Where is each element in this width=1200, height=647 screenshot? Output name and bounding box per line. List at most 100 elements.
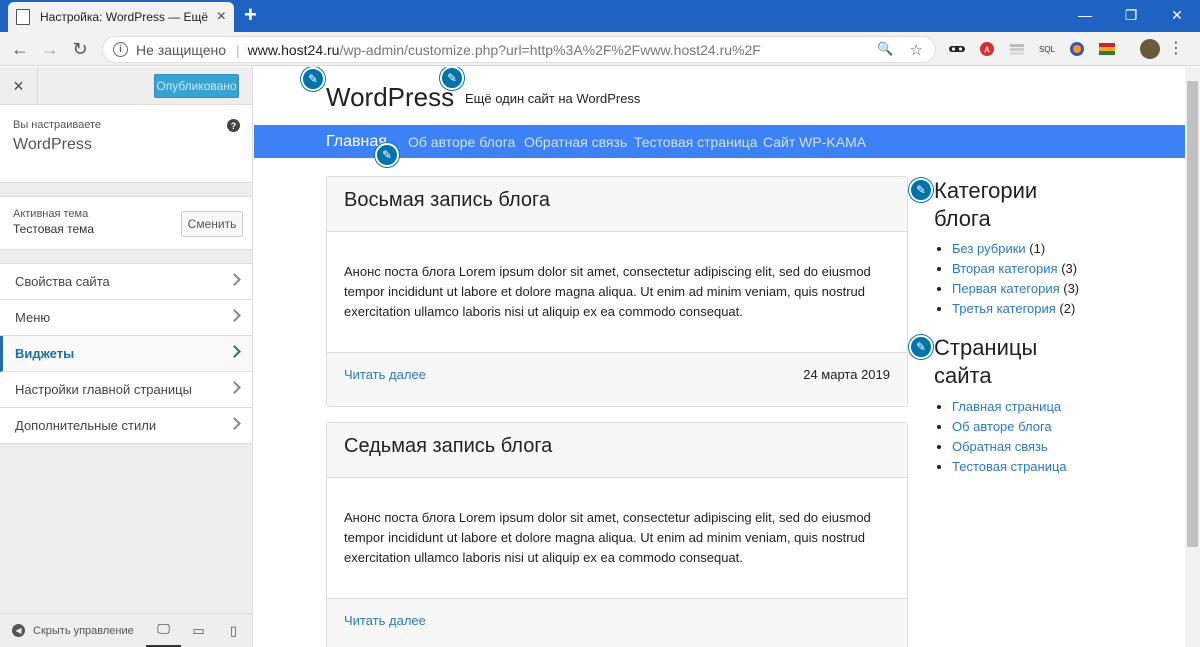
category-count: (3) [1063, 281, 1080, 296]
active-theme-panel: Активная тема Тестовая тема Сменить [0, 196, 252, 250]
post-title[interactable]: Седьмая запись блога [327, 423, 907, 478]
categories-widget-title: Категории блога [934, 177, 1037, 233]
post-footer: Читать далее 24 марта 2019 [327, 352, 907, 406]
category-link[interactable]: Без рубрики [952, 241, 1026, 256]
preview-scrollbar[interactable] [1185, 67, 1200, 647]
reload-icon[interactable]: ↻ [69, 38, 91, 60]
edit-title-pencil-icon[interactable]: ✎ [301, 67, 325, 91]
url-path: /wp-admin/customize.php?url=http%3A%2F%2… [339, 41, 761, 58]
section-additional-css[interactable]: Дополнительные стили [0, 408, 252, 444]
site-description: Ещё один сайт на WordPress [465, 91, 641, 106]
post-excerpt: Анонс поста блога Lorem ipsum dolor sit … [344, 510, 871, 565]
flag-icon[interactable] [1098, 40, 1116, 58]
collapse-icon: ◀ [12, 624, 25, 637]
post-title[interactable]: Восьмая запись блога [327, 177, 907, 232]
url-separator: | [236, 41, 240, 58]
change-theme-button[interactable]: Сменить [181, 211, 243, 237]
sidebar-footer: ◀ Скрыть управление 🖵 ▭ ▯ [0, 613, 252, 647]
category-link[interactable]: Вторая категория [952, 261, 1058, 276]
browser-titlebar: Настройка: WordPress — Ещё о × + — ❐ ✕ [0, 0, 1200, 32]
post-card: Восьмая запись блога Анонс поста блога L… [326, 176, 908, 407]
chevron-right-icon [228, 345, 241, 358]
zoom-icon[interactable]: 🔍 [877, 41, 893, 59]
read-more-link[interactable]: Читать далее [344, 367, 426, 382]
post-excerpt: Анонс поста блога Lorem ipsum dolor sit … [344, 264, 871, 319]
edit-pages-widget-pencil-icon[interactable]: ✎ [909, 335, 933, 359]
close-customizer-icon[interactable]: × [0, 67, 38, 105]
section-widgets[interactable]: Виджеты [0, 336, 252, 372]
page-link[interactable]: Обратная связь [952, 439, 1048, 454]
bookmark-star-icon[interactable]: ☆ [910, 41, 923, 59]
chevron-right-icon [228, 273, 241, 286]
adblock-icon[interactable]: A [978, 40, 996, 58]
edit-menu-pencil-icon[interactable]: ✎ [375, 143, 399, 167]
new-tab-button[interactable]: + [244, 4, 257, 26]
customizer-sidebar: × Опубликовано Вы настраиваете WordPress… [0, 67, 253, 647]
pages-list: Главная страница Об авторе блога Обратна… [952, 397, 1067, 477]
category-link[interactable]: Первая категория [952, 281, 1060, 296]
site-title[interactable]: WordPress [326, 82, 454, 113]
browser-toolbar: ← → ↻ i Не защищено | www.host24.ru/wp-a… [0, 32, 1200, 66]
maximize-icon[interactable]: ❐ [1108, 0, 1154, 30]
section-homepage-settings[interactable]: Настройки главной страницы [0, 372, 252, 408]
widget-title-line: Страницы [934, 335, 1038, 360]
security-status: Не защищено [136, 41, 226, 58]
list-item: Третья категория (2) [952, 299, 1079, 319]
widget-title-line: сайта [934, 363, 992, 388]
nav-link-contact[interactable]: Обратная связь [524, 134, 627, 150]
browser-menu-icon[interactable]: ⋮ [1168, 40, 1184, 58]
chevron-right-icon [228, 309, 241, 322]
collapse-sidebar-button[interactable]: ◀ Скрыть управление [0, 624, 146, 637]
pages-widget-title: Страницы сайта [934, 334, 1037, 390]
page-link[interactable]: Тестовая страница [952, 459, 1067, 474]
help-icon[interactable]: ? [227, 119, 240, 132]
page-link[interactable]: Главная страница [952, 399, 1061, 414]
close-tab-icon[interactable]: × [217, 9, 226, 25]
info-icon[interactable]: i [113, 42, 128, 57]
back-icon[interactable]: ← [9, 38, 31, 60]
svg-text:A: A [984, 46, 990, 55]
tablet-preview-icon[interactable]: ▭ [181, 614, 216, 647]
list-item: Главная страница [952, 397, 1067, 417]
customizing-label: Вы настраиваете [13, 119, 102, 131]
sidebar-header: × Опубликовано [0, 67, 252, 105]
category-count: (2) [1059, 301, 1076, 316]
collapse-label: Скрыть управление [33, 624, 134, 637]
minimize-icon[interactable]: — [1062, 0, 1108, 30]
nav-link-test-page[interactable]: Тестовая страница [634, 134, 757, 150]
list-item: Обратная связь [952, 437, 1067, 457]
post-card: Седьмая запись блога Анонс поста блога L… [326, 422, 908, 647]
page-link[interactable]: Об авторе блога [952, 419, 1052, 434]
section-menus[interactable]: Меню [0, 300, 252, 336]
browser-tab[interactable]: Настройка: WordPress — Ещё о × [8, 2, 234, 32]
avatar[interactable] [1140, 39, 1160, 59]
read-more-link[interactable]: Читать далее [344, 613, 426, 628]
category-link[interactable]: Третья категория [952, 301, 1056, 316]
layers-icon[interactable] [1008, 40, 1026, 58]
window-controls: — ❐ ✕ [1062, 0, 1200, 32]
widget-title-line: блога [934, 206, 991, 231]
section-label: Свойства сайта [15, 274, 110, 289]
post-date: 24 марта 2019 [803, 367, 890, 382]
address-bar[interactable]: i Не защищено | www.host24.ru/wp-admin/c… [102, 36, 936, 63]
section-site-identity[interactable]: Свойства сайта [0, 264, 252, 300]
section-label: Дополнительные стили [15, 418, 157, 433]
chevron-right-icon [228, 417, 241, 430]
edit-categories-widget-pencil-icon[interactable]: ✎ [909, 178, 933, 202]
category-count: (3) [1061, 261, 1078, 276]
sql-icon[interactable]: SQL [1038, 40, 1056, 58]
forward-icon[interactable]: → [39, 38, 61, 60]
mobile-preview-icon[interactable]: ▯ [216, 614, 251, 647]
globe-icon[interactable] [1068, 40, 1086, 58]
close-window-icon[interactable]: ✕ [1154, 0, 1200, 30]
scrollbar-thumb[interactable] [1187, 81, 1198, 547]
list-item: Первая категория (3) [952, 279, 1079, 299]
chevron-right-icon [228, 381, 241, 394]
publish-button[interactable]: Опубликовано [154, 74, 239, 98]
mask-icon[interactable] [948, 40, 966, 58]
nav-link-wp-kama[interactable]: Сайт WP-KAMA [763, 134, 866, 150]
post-footer: Читать далее [327, 598, 907, 647]
tab-title: Настройка: WordPress — Ещё о [40, 10, 211, 24]
nav-link-about[interactable]: Об авторе блога [408, 134, 515, 150]
desktop-preview-icon[interactable]: 🖵 [146, 614, 181, 647]
